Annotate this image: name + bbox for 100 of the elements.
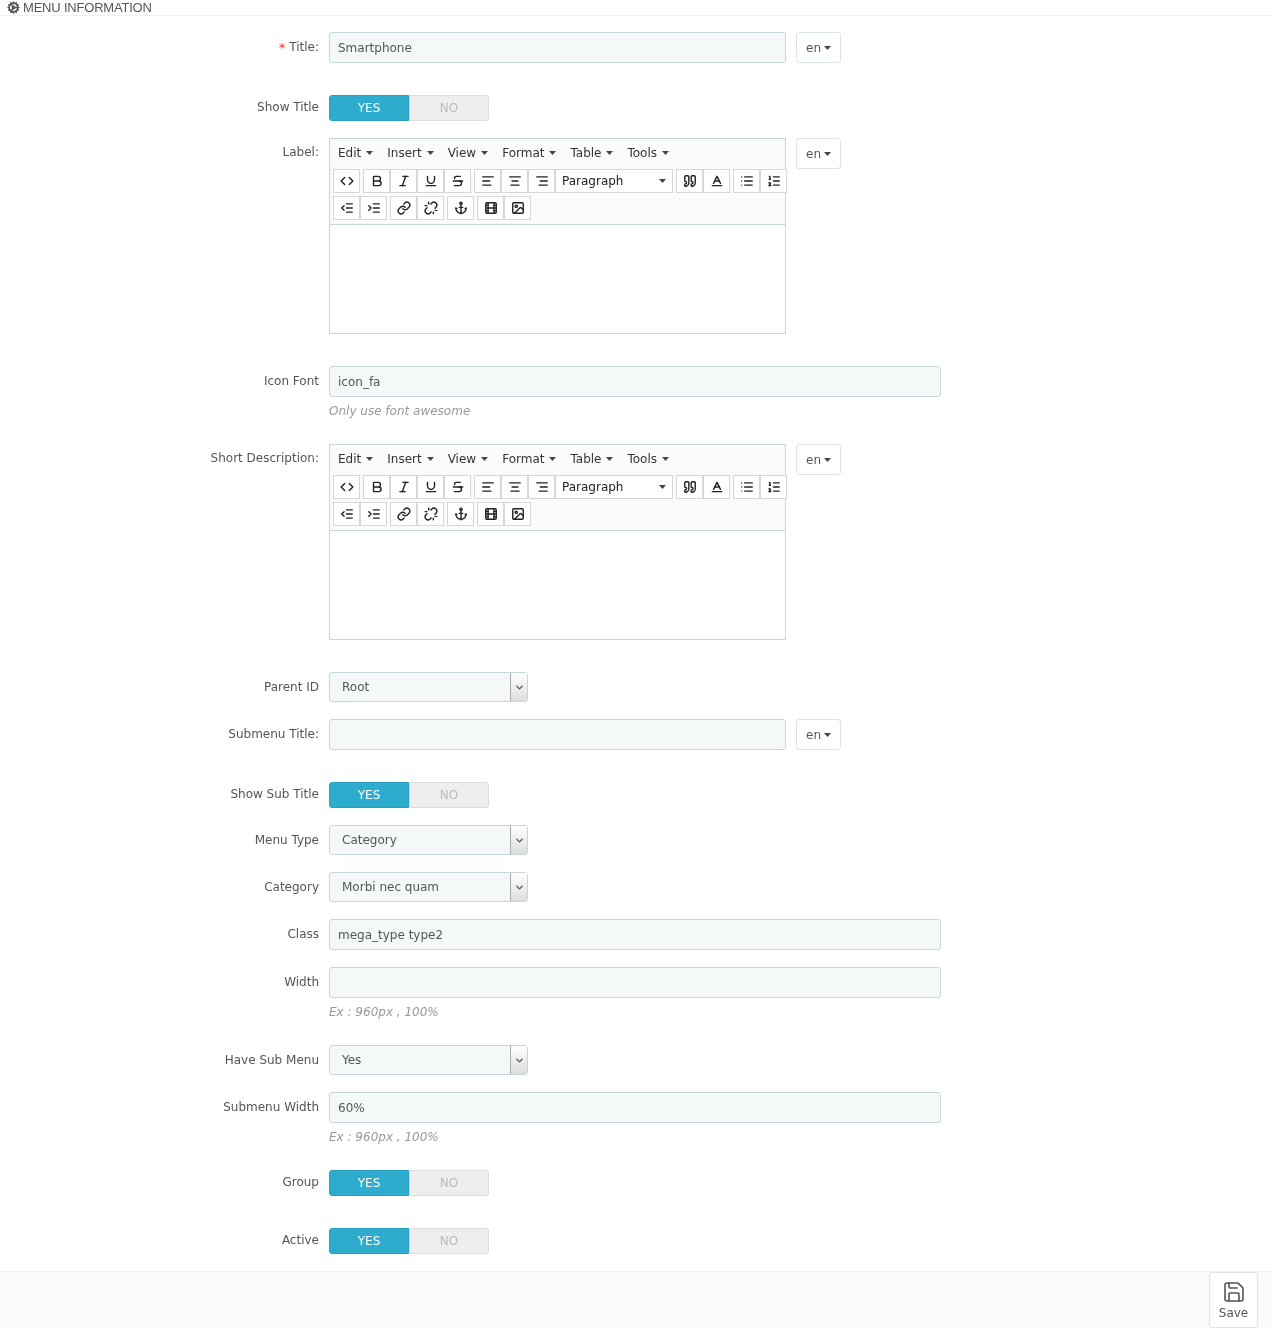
field-label: Group [282, 1175, 319, 1189]
anchor-icon [453, 507, 468, 521]
editor-menu[interactable]: View [447, 146, 489, 160]
align-center-icon [507, 480, 522, 494]
caret-icon [824, 45, 831, 50]
caret-icon [606, 151, 614, 155]
link-button[interactable] [390, 196, 417, 220]
align-center-icon [507, 174, 522, 188]
field-label: Icon Font [263, 374, 319, 388]
italic-button[interactable] [390, 475, 417, 499]
editor-menu[interactable]: Format [502, 146, 557, 160]
select-field[interactable]: Category [329, 825, 528, 855]
editor-menu[interactable]: Tools [627, 452, 670, 466]
text-field[interactable]: mega_type type2 [329, 919, 941, 950]
align-center-button[interactable] [501, 475, 528, 499]
italic-icon [396, 480, 411, 494]
field-label: Have Sub Menu [224, 1053, 319, 1067]
unlink-button[interactable] [417, 196, 444, 220]
caret-icon [662, 457, 670, 461]
text-field[interactable] [329, 719, 786, 750]
underline-icon [423, 174, 438, 188]
editor-menu[interactable]: Table [570, 452, 614, 466]
caret-icon [426, 457, 434, 461]
outdent-button[interactable] [333, 502, 360, 526]
source-code-button[interactable] [333, 169, 360, 193]
numbered-list-button[interactable] [760, 169, 787, 193]
numbered-list-button[interactable] [760, 475, 787, 499]
text-color-button[interactable] [703, 475, 730, 499]
hint-text: Ex : 960px , 100% [329, 1130, 440, 1144]
field-label: Submenu Title: [228, 727, 319, 741]
caret-icon [549, 457, 557, 461]
language-dropdown[interactable]: en [796, 32, 841, 63]
video-button[interactable] [477, 196, 504, 220]
panel-title: MENU INFORMATION [23, 0, 152, 15]
rich-text-editor[interactable]: Edit Insert View Format Table Tools Paragraph [329, 138, 786, 334]
blockquote-button[interactable] [676, 475, 703, 499]
select-field[interactable]: Yes [329, 1045, 528, 1075]
image-icon [510, 507, 525, 521]
underline-button[interactable] [417, 169, 444, 193]
field-label: Category [264, 880, 319, 894]
save-button[interactable]: Save [1209, 1272, 1258, 1328]
anchor-button[interactable] [447, 196, 474, 220]
indent-button[interactable] [360, 196, 387, 220]
select-field[interactable]: Morbi nec quam [329, 872, 528, 902]
align-right-button[interactable] [528, 169, 555, 193]
link-button[interactable] [390, 502, 417, 526]
select-field[interactable]: Root [329, 672, 528, 702]
text-field[interactable]: icon_fa [329, 366, 941, 397]
indent-button[interactable] [360, 502, 387, 526]
format-dropdown[interactable]: Paragraph [555, 169, 673, 193]
align-left-icon [480, 174, 495, 188]
editor-menu[interactable]: Insert [387, 452, 434, 466]
editor-menu[interactable]: Edit [338, 452, 374, 466]
field-label: Show Sub Title [230, 787, 319, 801]
align-center-button[interactable] [501, 169, 528, 193]
align-left-button[interactable] [474, 475, 501, 499]
field-label: Title: [289, 40, 319, 55]
italic-icon [396, 174, 411, 188]
align-left-icon [480, 480, 495, 494]
text-field[interactable]: 60% [329, 1092, 941, 1123]
outdent-button[interactable] [333, 196, 360, 220]
numbered-list-icon [766, 480, 781, 494]
language-dropdown[interactable]: en [796, 719, 841, 750]
caret-icon [549, 151, 557, 155]
bullet-list-button[interactable] [733, 475, 760, 499]
image-button[interactable] [504, 502, 531, 526]
format-dropdown[interactable]: Paragraph [555, 475, 673, 499]
editor-menu[interactable]: Insert [387, 146, 434, 160]
field-label: Label: [282, 145, 319, 159]
blockquote-button[interactable] [676, 169, 703, 193]
unlink-button[interactable] [417, 502, 444, 526]
align-right-button[interactable] [528, 475, 555, 499]
image-button[interactable] [504, 196, 531, 220]
italic-button[interactable] [390, 169, 417, 193]
editor-menu[interactable]: Edit [338, 146, 374, 160]
language-dropdown[interactable]: en [796, 138, 841, 169]
text-color-button[interactable] [703, 169, 730, 193]
caret-icon [481, 151, 489, 155]
language-dropdown[interactable]: en [796, 444, 841, 475]
video-button[interactable] [477, 502, 504, 526]
caret-icon [824, 732, 831, 737]
editor-menu[interactable]: Tools [627, 146, 670, 160]
caret-icon [659, 485, 666, 489]
anchor-button[interactable] [447, 502, 474, 526]
bold-button[interactable] [363, 475, 390, 499]
text-field[interactable]: Smartphone [329, 32, 786, 63]
link-icon [396, 201, 411, 215]
field-label: Active [281, 1233, 319, 1247]
bold-button[interactable] [363, 169, 390, 193]
underline-button[interactable] [417, 475, 444, 499]
align-left-button[interactable] [474, 169, 501, 193]
strikethrough-button[interactable] [444, 475, 471, 499]
editor-menu[interactable]: View [447, 452, 489, 466]
source-code-button[interactable] [333, 475, 360, 499]
rich-text-editor[interactable]: Edit Insert View Format Table Tools Paragraph [329, 444, 786, 640]
editor-menu[interactable]: Table [570, 146, 614, 160]
editor-menu[interactable]: Format [502, 452, 557, 466]
strikethrough-button[interactable] [444, 169, 471, 193]
bullet-list-button[interactable] [733, 169, 760, 193]
text-field[interactable] [329, 967, 941, 998]
